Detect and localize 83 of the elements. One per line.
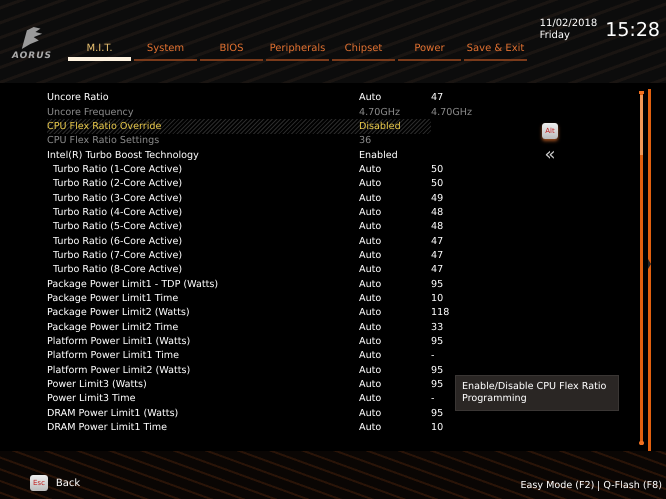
setting-value[interactable]: Auto	[359, 322, 431, 333]
setting-value[interactable]: Enabled	[359, 150, 431, 161]
setting-label: Turbo Ratio (5-Core Active)	[52, 221, 184, 232]
brand-logo: AORUS	[12, 50, 52, 61]
setting-label: Power Limit3 Time	[47, 393, 136, 404]
current-value: 118	[431, 307, 450, 318]
setting-value[interactable]: Auto	[359, 364, 431, 376]
current-value: 47	[431, 92, 444, 104]
setting-value[interactable]: Auto	[359, 293, 431, 304]
date-text: 11/02/2018	[540, 18, 598, 30]
setting-value[interactable]: Auto	[359, 264, 431, 276]
setting-value[interactable]: Auto	[359, 192, 431, 204]
help-tooltip: Enable/Disable CPU Flex Ratio Programming	[455, 374, 619, 411]
setting-value[interactable]: Auto	[359, 336, 431, 348]
current-value: -	[431, 350, 436, 362]
current-value: 10	[431, 293, 444, 304]
setting-label: Power Limit3 (Watts)	[47, 379, 148, 390]
setting-value[interactable]: Auto	[359, 221, 431, 232]
setting-value[interactable]: Auto	[359, 379, 431, 390]
setting-label: Uncore Ratio	[47, 92, 110, 104]
menu-tab[interactable]: System	[134, 42, 197, 61]
setting-value[interactable]: Auto	[359, 236, 431, 247]
setting-value[interactable]: Auto	[359, 350, 431, 362]
setting-label: Package Power Limit2 Time	[47, 322, 180, 333]
current-value: 47	[431, 250, 444, 262]
collapse-chevron-icon[interactable]: «	[544, 146, 556, 163]
setting-label: Platform Power Limit1 Time	[47, 350, 180, 362]
setting-value[interactable]: Auto	[359, 278, 431, 290]
setting-value[interactable]: Auto	[359, 250, 431, 262]
current-value: 95	[431, 278, 444, 290]
setting-value[interactable]: Disabled	[359, 120, 431, 132]
footer-action[interactable]: Q-Flash (F8)	[603, 480, 662, 491]
setting-label: DRAM Power Limit1 (Watts)	[47, 408, 180, 419]
setting-label: Uncore Frequency	[47, 106, 134, 118]
current-value: 50	[431, 164, 444, 175]
setting-label: DRAM Power Limit1 Time	[47, 422, 168, 434]
setting-label: Turbo Ratio (8-Core Active)	[52, 264, 184, 276]
setting-label: Platform Power Limit2 (Watts)	[47, 364, 192, 376]
scrollbar-drawing[interactable]	[636, 88, 652, 451]
setting-label: Package Power Limit2 (Watts)	[47, 307, 191, 318]
menu-tab[interactable]: Chipset	[332, 42, 395, 61]
current-value: 47	[431, 236, 444, 247]
footer-action[interactable]: Easy Mode (F2)	[520, 480, 594, 491]
weekday-text: Friday	[540, 30, 571, 42]
setting-value[interactable]: Auto	[359, 207, 431, 218]
setting-label: Package Power Limit1 Time	[47, 293, 180, 304]
selected-row-highlight[interactable]: CPU Flex Ratio Override Disabled	[47, 119, 431, 134]
setting-value[interactable]: Auto	[359, 178, 431, 190]
setting-value[interactable]: Auto	[359, 393, 431, 404]
setting-label: Turbo Ratio (7-Core Active)	[52, 250, 184, 262]
setting-label: Turbo Ratio (1-Core Active)	[52, 164, 184, 175]
current-value: 48	[431, 207, 444, 218]
current-value: 10	[431, 422, 444, 434]
setting-label: Turbo Ratio (3-Core Active)	[52, 192, 184, 204]
setting-value[interactable]: Auto	[359, 307, 431, 318]
current-value: 47	[431, 264, 444, 276]
current-value: 4.70GHz	[431, 106, 474, 118]
menu-tab[interactable]: BIOS	[200, 42, 263, 61]
current-value: 50	[431, 178, 444, 190]
menu-tab[interactable]: M.I.T.	[68, 42, 131, 61]
setting-label: Intel(R) Turbo Boost Technology	[47, 150, 200, 161]
setting-value[interactable]: Auto	[359, 422, 431, 434]
time-text: 15:28	[605, 19, 660, 41]
setting-label: CPU Flex Ratio Settings	[47, 135, 160, 146]
menu-tab[interactable]: Save & Exit	[464, 42, 527, 61]
setting-label: Platform Power Limit1 (Watts)	[47, 336, 192, 348]
menu-tab[interactable]: Power	[398, 42, 461, 61]
menu-tab[interactable]: Peripherals	[266, 42, 329, 61]
setting-value[interactable]: Auto	[359, 92, 431, 104]
current-value: 95	[431, 364, 444, 376]
setting-label: Turbo Ratio (6-Core Active)	[52, 236, 184, 247]
current-value: 33	[431, 322, 444, 333]
setting-value[interactable]: Auto	[359, 164, 431, 175]
setting-label: Package Power Limit1 - TDP (Watts)	[47, 278, 220, 290]
back-label: Back	[56, 478, 80, 488]
setting-label: Turbo Ratio (2-Core Active)	[52, 178, 184, 190]
current-value: 95	[431, 336, 444, 348]
current-value: 49	[431, 192, 444, 204]
setting-value[interactable]: Auto	[359, 408, 431, 419]
setting-label: Turbo Ratio (4-Core Active)	[52, 207, 184, 218]
current-value: 48	[431, 221, 444, 232]
setting-label: CPU Flex Ratio Override	[47, 120, 162, 132]
current-value: 95	[431, 408, 444, 419]
